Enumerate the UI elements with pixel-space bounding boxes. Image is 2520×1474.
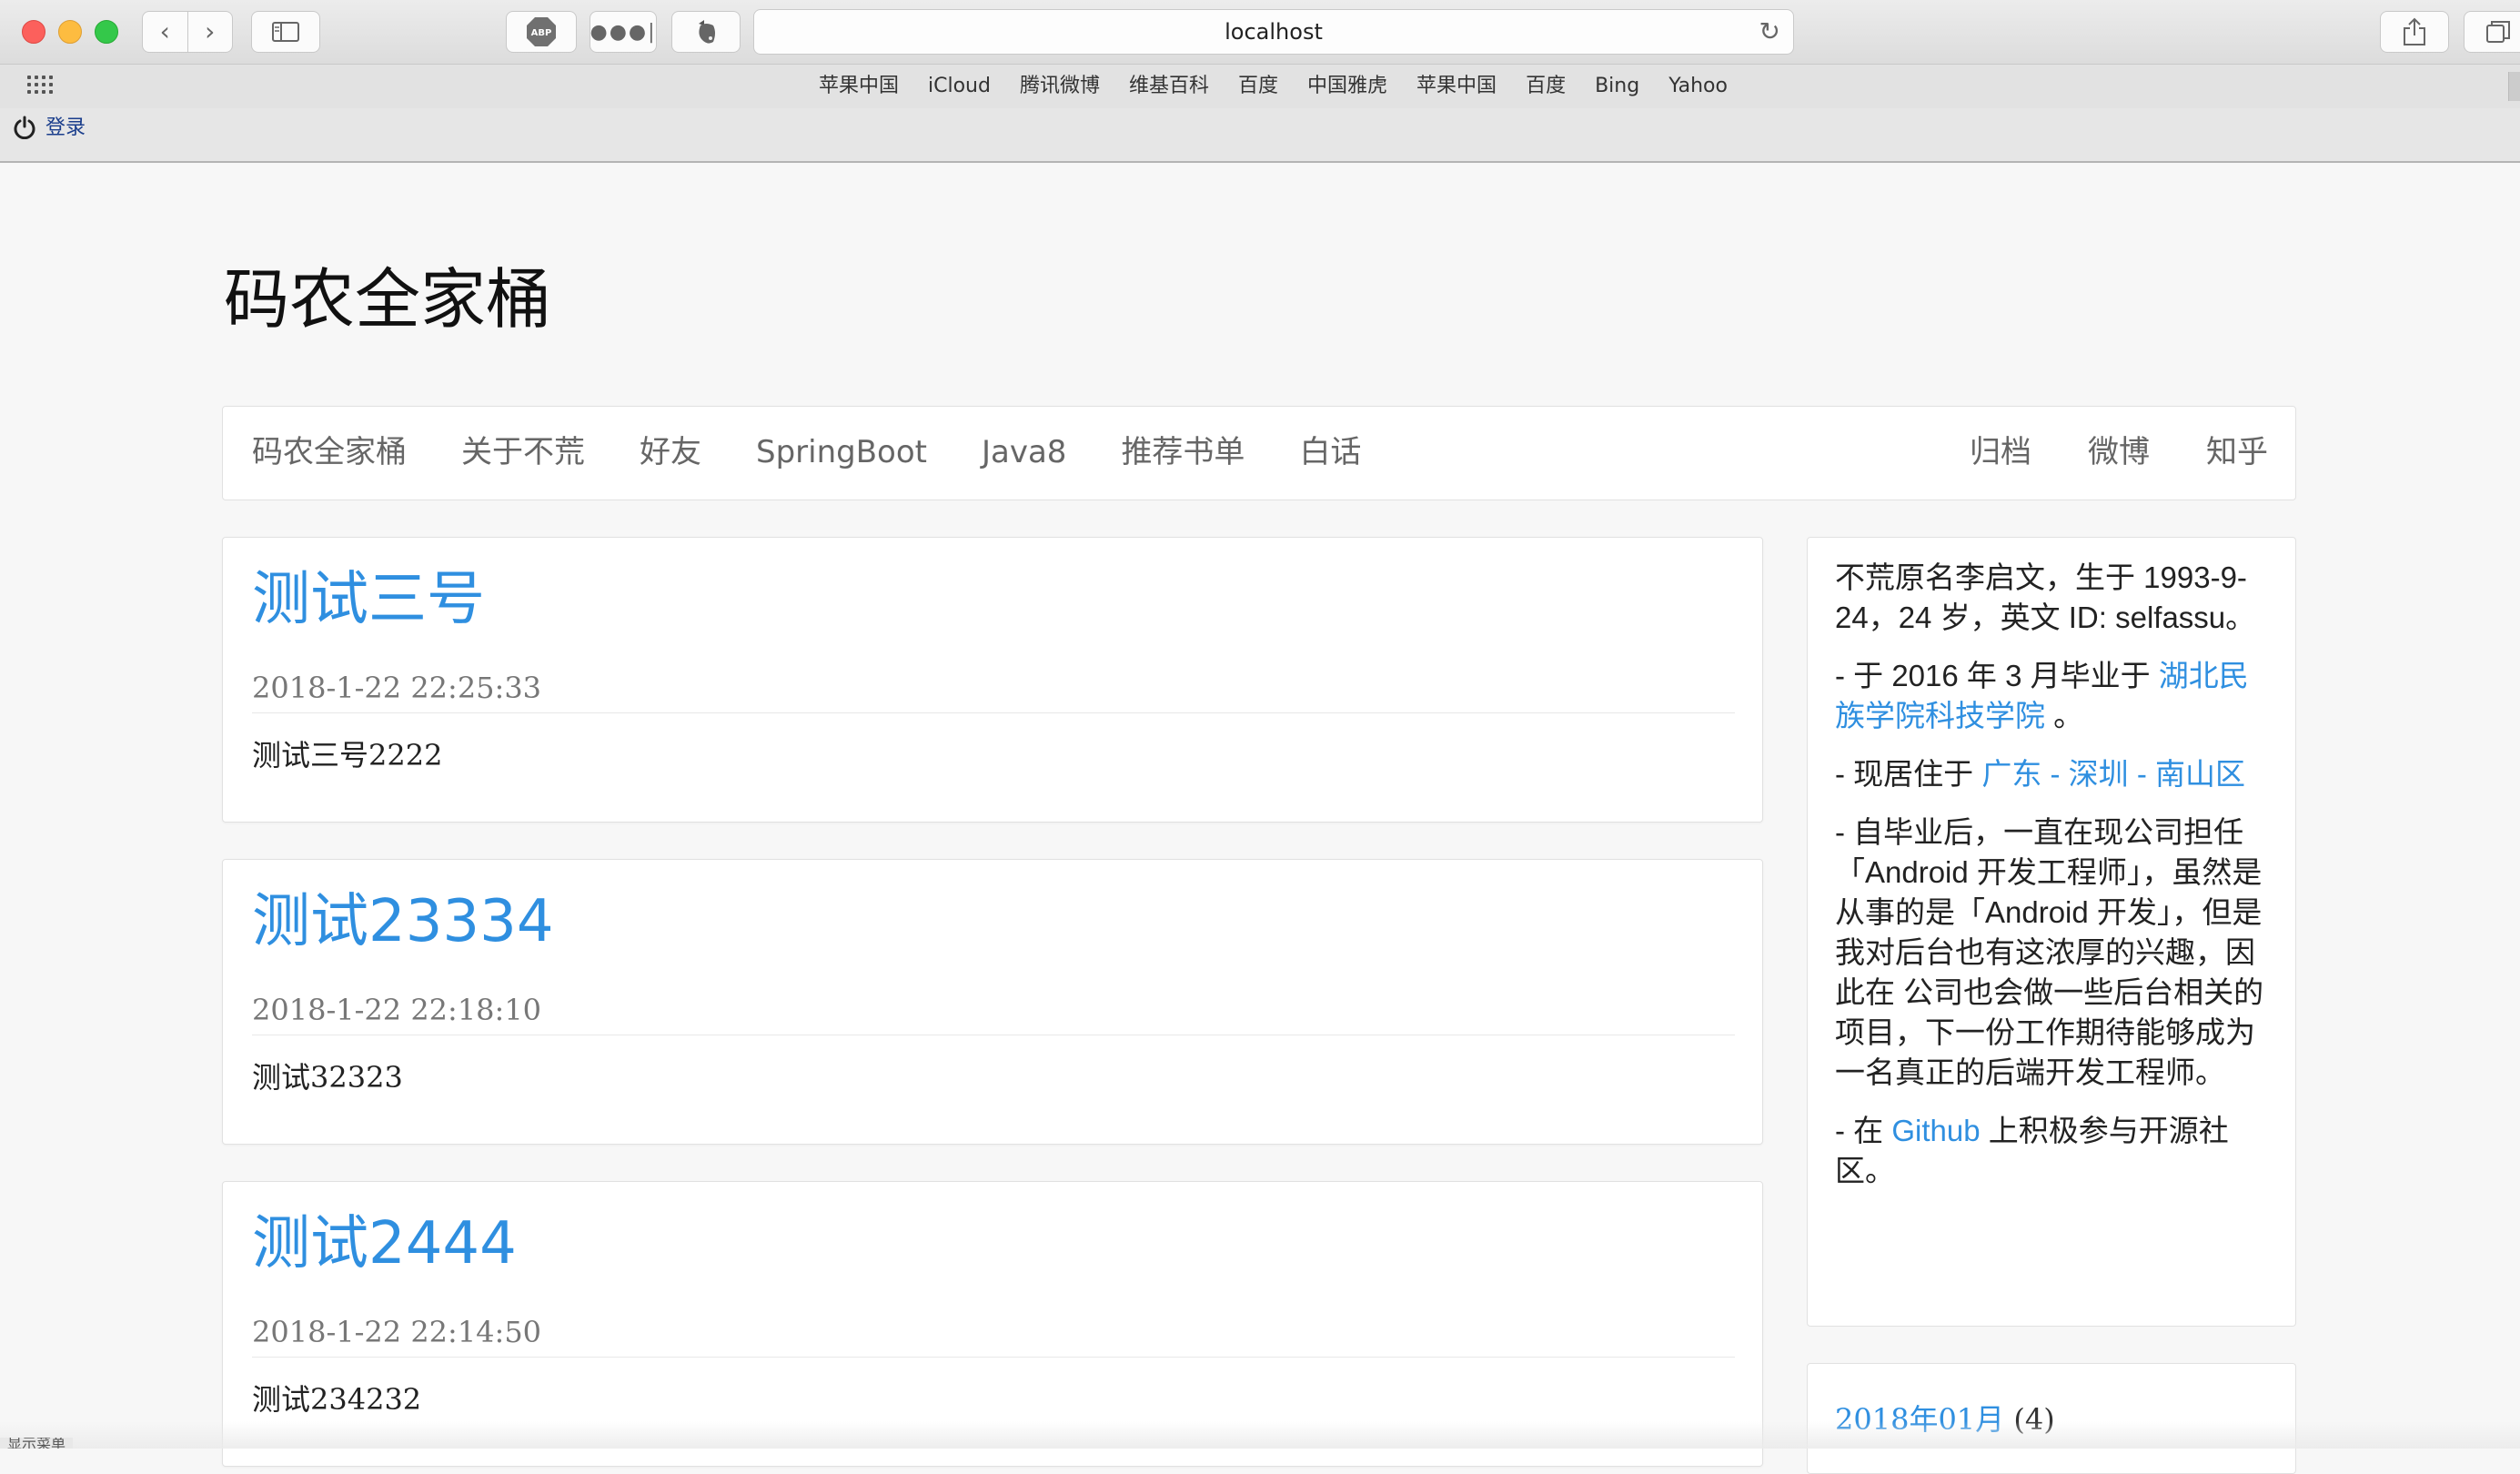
nav-item-about[interactable]: 关于不荒 bbox=[461, 407, 585, 500]
location-link[interactable]: 广东 - 深圳 - 南山区 bbox=[1981, 757, 2245, 791]
sidebar-icon bbox=[272, 22, 299, 42]
browser-titlebar: ‹ › ABP ●●●| localhost ↻ bbox=[0, 0, 2520, 64]
nav-item-baihua[interactable]: 白话 bbox=[1299, 407, 1361, 500]
bookmark-list: 苹果中国 iCloud 腾讯微博 维基百科 百度 中国雅虎 苹果中国 百度 Bi… bbox=[819, 65, 1757, 108]
post-title[interactable]: 测试23334 bbox=[252, 885, 554, 958]
nav-right-group: 归档 微博 知乎 bbox=[1913, 407, 2268, 500]
about-graduation-prefix: - 于 2016 年 3 月毕业于 bbox=[1835, 659, 2159, 692]
nav-item-weibo[interactable]: 微博 bbox=[2088, 407, 2150, 500]
power-icon[interactable] bbox=[13, 116, 36, 139]
minimize-window-button[interactable] bbox=[58, 20, 82, 44]
post-date: 2018-1-22 22:18:10 bbox=[252, 993, 542, 1027]
about-intro: 不荒原名李启文，生于 1993-9-24，24 岁，英文 ID: selfass… bbox=[1835, 560, 2256, 634]
bookmark-wikipedia[interactable]: 维基百科 bbox=[1129, 65, 1209, 108]
back-icon[interactable]: ‹ bbox=[143, 12, 187, 52]
site-title[interactable]: 码农全家桶 bbox=[224, 246, 551, 341]
post-divider bbox=[252, 712, 1735, 713]
bookmark-baidu[interactable]: 百度 bbox=[1238, 65, 1278, 108]
bookmark-icloud[interactable]: iCloud bbox=[928, 65, 991, 108]
more-extensions-button[interactable]: ●●●| bbox=[590, 11, 657, 53]
url-text: localhost bbox=[1225, 19, 1323, 45]
about-panel: 不荒原名李启文，生于 1993-9-24，24 岁，英文 ID: selfass… bbox=[1807, 537, 2296, 1327]
about-location-prefix: - 现居住于 bbox=[1835, 757, 1982, 791]
post-card: 测试23334 2018-1-22 22:18:10 测试32323 bbox=[222, 859, 1763, 1145]
nav-item-java8[interactable]: Java8 bbox=[982, 407, 1066, 500]
nav-left-group: 码农全家桶 关于不荒 好友 SpringBoot Java8 推荐书单 白话 bbox=[252, 407, 1416, 500]
about-work: - 自毕业后，一直在现公司担任「Android 开发工程师」，虽然是从事的是「A… bbox=[1835, 815, 2264, 1089]
reload-icon[interactable]: ↻ bbox=[1759, 10, 1780, 54]
post-excerpt: 测试234232 bbox=[252, 1382, 422, 1417]
about-github-prefix: - 在 bbox=[1835, 1114, 1892, 1147]
post-excerpt: 测试32323 bbox=[252, 1060, 403, 1095]
svg-text:ABP: ABP bbox=[531, 28, 552, 38]
site-navbar: 码农全家桶 关于不荒 好友 SpringBoot Java8 推荐书单 白话 归… bbox=[222, 406, 2296, 500]
nav-item-archive[interactable]: 归档 bbox=[1970, 407, 2031, 500]
about-graduation-suffix: 。 bbox=[2045, 699, 2084, 732]
forward-icon[interactable]: › bbox=[188, 12, 233, 52]
login-toolbar bbox=[0, 108, 2520, 163]
bookmark-tencent-weibo[interactable]: 腾讯微博 bbox=[1020, 65, 1100, 108]
post-divider bbox=[252, 1357, 1735, 1358]
nav-item-booklist[interactable]: 推荐书单 bbox=[1121, 407, 1245, 500]
tab-overview-button[interactable] bbox=[2464, 11, 2520, 53]
status-bar-text: 显示菜单 bbox=[0, 1438, 74, 1449]
evernote-icon bbox=[699, 20, 715, 44]
bookmarks-overflow-handle[interactable] bbox=[2508, 72, 2520, 101]
zoom-window-button[interactable] bbox=[95, 20, 118, 44]
bookmark-bing[interactable]: Bing bbox=[1595, 65, 1639, 108]
share-icon bbox=[2404, 17, 2425, 45]
login-link[interactable]: 登录 bbox=[45, 115, 86, 142]
about-location: - 现居住于 广东 - 深圳 - 南山区 bbox=[1835, 754, 2270, 794]
bookmark-apple-china[interactable]: 苹果中国 bbox=[819, 65, 899, 108]
post-date: 2018-1-22 22:25:33 bbox=[252, 671, 542, 705]
bookmarks-bar: 苹果中国 iCloud 腾讯微博 维基百科 百度 中国雅虎 苹果中国 百度 Bi… bbox=[0, 64, 2520, 109]
bookmark-yahoo-china[interactable]: 中国雅虎 bbox=[1307, 65, 1387, 108]
bookmark-apple-china-2[interactable]: 苹果中国 bbox=[1416, 65, 1497, 108]
evernote-button[interactable] bbox=[671, 11, 741, 53]
post-excerpt: 测试三号2222 bbox=[252, 738, 443, 772]
close-window-button[interactable] bbox=[22, 20, 45, 44]
nav-item-zhihu[interactable]: 知乎 bbox=[2206, 407, 2268, 500]
post-title[interactable]: 测试三号 bbox=[252, 563, 485, 636]
adblock-icon: ABP bbox=[527, 17, 556, 46]
back-forward-group: ‹ › bbox=[142, 11, 233, 53]
top-sites-grid-icon[interactable] bbox=[27, 76, 55, 97]
post-title[interactable]: 测试2444 bbox=[252, 1207, 517, 1280]
about-graduation: - 于 2016 年 3 月毕业于 湖北民族学院科技学院 。 bbox=[1835, 656, 2270, 736]
nav-item-home[interactable]: 码农全家桶 bbox=[252, 407, 407, 500]
sidebar-toggle-button[interactable] bbox=[251, 11, 320, 53]
nav-item-springboot[interactable]: SpringBoot bbox=[756, 407, 927, 500]
archive-panel: 2018年01月 (4) bbox=[1807, 1363, 2296, 1474]
github-link[interactable]: Github bbox=[1891, 1114, 1980, 1147]
post-date: 2018-1-22 22:14:50 bbox=[252, 1315, 542, 1349]
ellipsis-icon: ●●●| bbox=[590, 20, 657, 44]
post-card: 测试三号 2018-1-22 22:25:33 测试三号2222 bbox=[222, 537, 1763, 823]
adblock-button[interactable]: ABP bbox=[506, 11, 577, 53]
bottom-fade bbox=[0, 1421, 2520, 1449]
share-button[interactable] bbox=[2380, 11, 2449, 53]
nav-item-friends[interactable]: 好友 bbox=[640, 407, 701, 500]
tabs-icon bbox=[2486, 21, 2510, 43]
about-github: - 在 Github 上积极参与开源社区。 bbox=[1835, 1111, 2270, 1191]
bookmark-yahoo[interactable]: Yahoo bbox=[1668, 65, 1728, 108]
address-bar[interactable]: localhost ↻ bbox=[753, 9, 1794, 55]
bookmark-baidu-2[interactable]: 百度 bbox=[1526, 65, 1566, 108]
